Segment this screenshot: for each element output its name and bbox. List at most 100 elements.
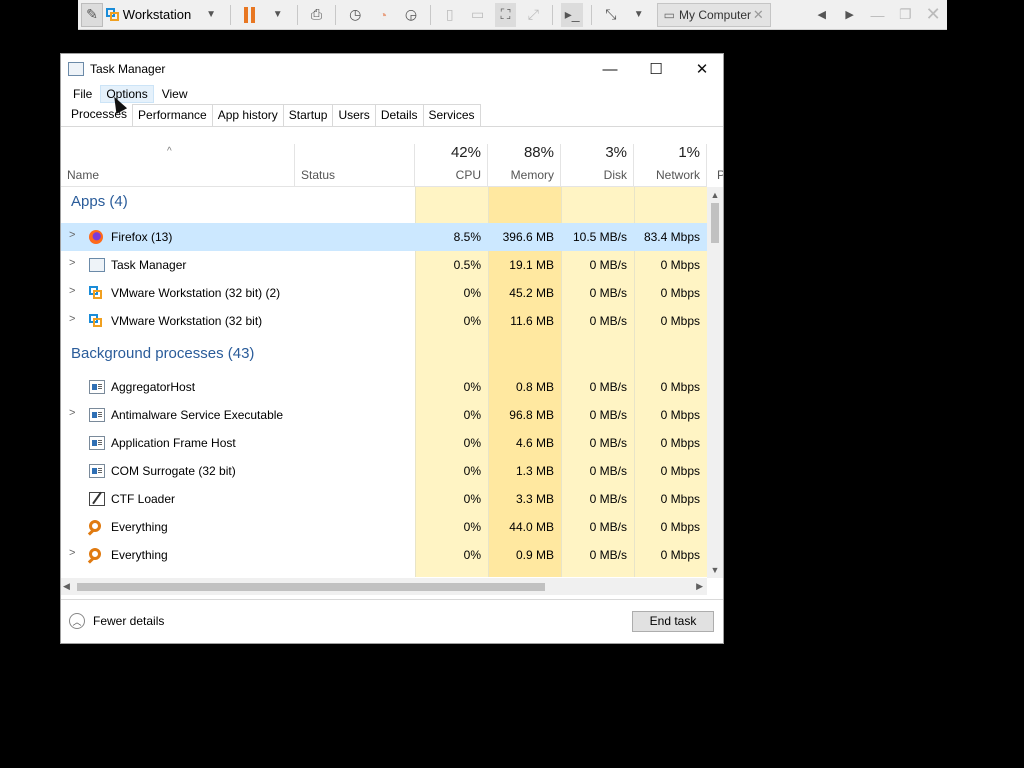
tab-right-icon[interactable]: ▶ <box>839 3 861 27</box>
process-row-ctf-loader[interactable]: CTF Loader 0% 3.3 MB 0 MB/s 0 Mbps <box>61 485 707 513</box>
library-menu-label[interactable]: Workstation <box>123 7 191 22</box>
service-icon <box>89 408 105 422</box>
vertical-scrollbar[interactable]: ▲ ▼ <box>707 187 723 578</box>
menu-file[interactable]: File <box>67 85 98 103</box>
vmware-icon <box>89 286 105 300</box>
toolbar-separator <box>429 4 431 25</box>
fit-guest-icon[interactable]: ⛶ <box>494 2 517 27</box>
minimize-button[interactable]: — <box>587 54 633 84</box>
tab-users[interactable]: Users <box>332 104 376 126</box>
memory-column-header[interactable]: 88% Memory <box>488 144 561 186</box>
tab-app-history[interactable]: App history <box>211 104 284 126</box>
tab-performance[interactable]: Performance <box>132 104 213 126</box>
toolbar-separator <box>591 4 592 25</box>
menu-view[interactable]: View <box>156 85 194 103</box>
process-row-aggregatorhost[interactable]: AggregatorHost 0% 0.8 MB 0 MB/s 0 Mbps <box>61 373 707 401</box>
snapshot-manager-icon[interactable]: ◶ <box>400 3 422 27</box>
chevron-up-icon: ︿ <box>69 613 85 629</box>
everything-icon <box>89 520 101 532</box>
title-bar[interactable]: Task Manager — ☐ ✕ <box>61 54 723 84</box>
window-title: Task Manager <box>90 62 166 76</box>
expand-chevron-icon[interactable]: > <box>69 313 75 325</box>
expand-chevron-icon[interactable]: > <box>69 229 75 241</box>
scroll-up-icon[interactable]: ▲ <box>707 187 723 203</box>
horizontal-scrollbar[interactable]: ◀ ▶ <box>61 578 707 595</box>
restore-icon[interactable]: ❐ <box>894 3 916 27</box>
fewer-details-label: Fewer details <box>93 614 165 628</box>
column-headers: ^ Name Status 42% CPU 88% Memory 3% Disk… <box>61 144 723 187</box>
vmware-toolbar: ✎ Workstation ▼ ▼ ⎙ ◷ ◔ ◶ ▯ ▭ ⛶ ⤢ ▸_ ⤡ ▼… <box>78 0 947 30</box>
tab-strip: Processes Performance App history Startu… <box>61 103 723 127</box>
name-column-header[interactable]: ^ Name <box>61 144 295 186</box>
task-manager-icon <box>68 62 84 76</box>
toolbar-separator <box>552 4 554 25</box>
process-row-task-manager[interactable]: > Task Manager 0.5% 19.1 MB 0 MB/s 0 Mbp… <box>61 251 707 279</box>
tab-left-icon[interactable]: ◀ <box>811 3 833 27</box>
library-dropdown-icon[interactable]: ▼ <box>200 3 222 27</box>
fewer-details-button[interactable]: ︿ Fewer details <box>69 613 164 629</box>
disk-column-header[interactable]: 3% Disk <box>561 144 634 186</box>
process-row-application-frame-host[interactable]: Application Frame Host 0% 4.6 MB 0 MB/s … <box>61 429 707 457</box>
expand-chevron-icon[interactable]: > <box>69 257 75 269</box>
minimize-icon[interactable]: — <box>867 3 889 27</box>
revert-snapshot-icon[interactable]: ◔ <box>372 3 394 27</box>
pin-icon[interactable]: ✎ <box>81 2 104 27</box>
disk-total: 3% <box>605 144 627 161</box>
full-screen-icon[interactable]: ⤡ <box>600 3 622 27</box>
view-dropdown-icon[interactable]: ▼ <box>628 3 650 27</box>
network-column-header[interactable]: 1% Network <box>634 144 707 186</box>
process-row-antimalware[interactable]: > Antimalware Service Executable 0% 96.8… <box>61 401 707 429</box>
close-button[interactable]: ✕ <box>679 54 725 84</box>
close-tab-icon[interactable]: ✕ <box>753 7 764 23</box>
close-icon[interactable]: ✕ <box>922 3 944 27</box>
vertical-scroll-thumb[interactable] <box>711 203 719 243</box>
status-column-header[interactable]: Status <box>295 144 415 186</box>
vm-tab-label: My Computer <box>679 7 752 22</box>
task-manager-icon <box>89 258 105 272</box>
process-grid: ^ Name Status 42% CPU 88% Memory 3% Disk… <box>61 144 723 598</box>
cpu-total: 42% <box>450 144 481 161</box>
end-task-button[interactable]: End task <box>632 611 714 632</box>
vm-tab[interactable]: ▭ My Computer ✕ <box>656 2 771 27</box>
snapshot-icon[interactable]: ◷ <box>344 3 366 27</box>
power-dropdown-icon[interactable]: ▼ <box>267 3 289 27</box>
maximize-button[interactable]: ☐ <box>633 54 679 84</box>
toolbar-separator <box>230 4 231 25</box>
expand-chevron-icon[interactable]: > <box>69 547 75 559</box>
pause-button[interactable] <box>239 3 261 27</box>
firefox-icon <box>89 230 103 244</box>
tab-details[interactable]: Details <box>374 104 424 126</box>
process-row-everything-2[interactable]: > Everything 0% 0.9 MB 0 MB/s 0 Mbps <box>61 541 707 569</box>
process-row-vmware-2[interactable]: > VMware Workstation (32 bit) (2) 0% 45.… <box>61 279 707 307</box>
unity-icon[interactable]: ⤢ <box>522 3 544 27</box>
toolbar-separator <box>335 4 337 25</box>
tab-services[interactable]: Services <box>422 104 481 126</box>
scroll-left-icon[interactable]: ◀ <box>63 578 70 595</box>
sort-arrow-icon: ^ <box>167 146 172 157</box>
memory-total: 88% <box>523 144 554 161</box>
footer: ︿ Fewer details End task <box>61 599 723 644</box>
overflow-column-header[interactable]: P <box>707 144 723 186</box>
console-view-icon[interactable]: ▸_ <box>561 2 584 27</box>
scroll-right-icon[interactable]: ▶ <box>696 578 703 595</box>
menu-bar: File Options View <box>61 84 723 104</box>
process-row-firefox[interactable]: > Firefox (13) 8.5% 396.6 MB 10.5 MB/s 8… <box>61 223 707 251</box>
process-row-vmware[interactable]: > VMware Workstation (32 bit) 0% 11.6 MB… <box>61 307 707 335</box>
expand-chevron-icon[interactable]: > <box>69 407 75 419</box>
horizontal-scroll-thumb[interactable] <box>77 583 545 591</box>
ctf-loader-icon <box>89 492 105 506</box>
thumbnail-bar-icon[interactable]: ▭ <box>467 3 489 27</box>
show-library-icon[interactable]: ▯ <box>439 3 461 27</box>
tab-startup[interactable]: Startup <box>282 104 334 126</box>
scroll-down-icon[interactable]: ▼ <box>707 562 723 578</box>
cpu-column-header[interactable]: 42% CPU <box>415 144 488 186</box>
send-ctrl-alt-del-icon[interactable]: ⎙ <box>306 3 328 27</box>
everything-icon <box>89 548 101 560</box>
computer-icon: ▭ <box>663 7 675 22</box>
process-row-everything[interactable]: Everything 0% 44.0 MB 0 MB/s 0 Mbps <box>61 513 707 541</box>
expand-chevron-icon[interactable]: > <box>69 285 75 297</box>
toolbar-separator <box>296 4 298 25</box>
background-group-header[interactable]: Background processes (43) <box>61 335 707 373</box>
process-row-com-surrogate[interactable]: COM Surrogate (32 bit) 0% 1.3 MB 0 MB/s … <box>61 457 707 485</box>
apps-group-header[interactable]: Apps (4) <box>61 187 707 223</box>
